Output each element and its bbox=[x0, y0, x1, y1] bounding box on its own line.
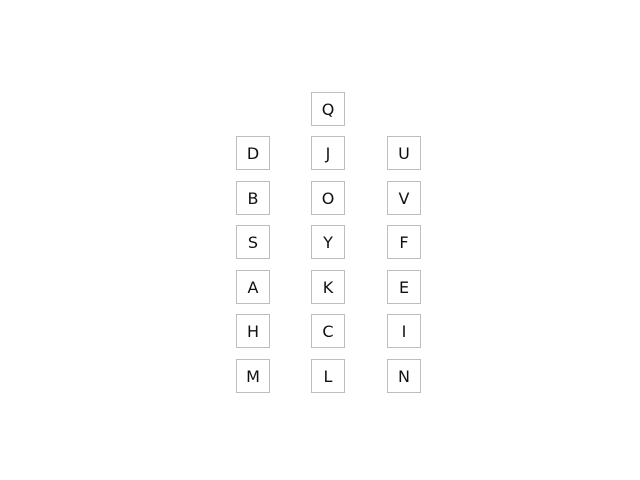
letter-tile-m[interactable]: M bbox=[236, 359, 270, 393]
letter-tile-c[interactable]: C bbox=[311, 314, 345, 348]
letter-tile-d[interactable]: D bbox=[236, 136, 270, 170]
letter-tile-h[interactable]: H bbox=[236, 314, 270, 348]
letter-tile-o[interactable]: O bbox=[311, 181, 345, 215]
letter-tile-b[interactable]: B bbox=[236, 181, 270, 215]
letter-tile-v[interactable]: V bbox=[387, 181, 421, 215]
letter-tile-f[interactable]: F bbox=[387, 225, 421, 259]
letter-tile-j[interactable]: J bbox=[311, 136, 345, 170]
letter-tile-q[interactable]: Q bbox=[311, 92, 345, 126]
letter-tile-e[interactable]: E bbox=[387, 270, 421, 304]
letter-tile-y[interactable]: Y bbox=[311, 225, 345, 259]
letter-tile-u[interactable]: U bbox=[387, 136, 421, 170]
letter-board: DBSAHM QJOYKCL UVFEIN bbox=[0, 0, 640, 480]
letter-tile-n[interactable]: N bbox=[387, 359, 421, 393]
letter-tile-l[interactable]: L bbox=[311, 359, 345, 393]
letter-tile-k[interactable]: K bbox=[311, 270, 345, 304]
letter-tile-i[interactable]: I bbox=[387, 314, 421, 348]
letter-tile-a[interactable]: A bbox=[236, 270, 270, 304]
letter-tile-s[interactable]: S bbox=[236, 225, 270, 259]
